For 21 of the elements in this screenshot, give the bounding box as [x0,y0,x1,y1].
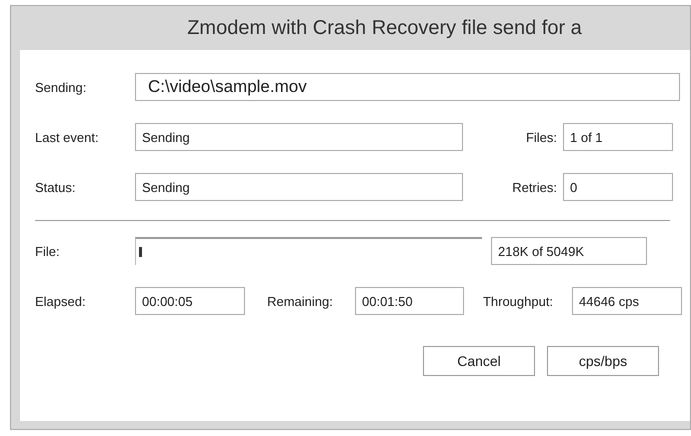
remaining-field: 00:01:50 [355,287,464,315]
throughput-field: 44646 cps [572,287,682,315]
field-label: Elapsed: [34,294,87,308]
field-label: File: [34,244,61,258]
field-label: Files: [524,130,558,144]
field-label: Throughput: [482,294,554,308]
field-label: Sending: [34,80,88,94]
elapsed-field: 00:00:05 [135,287,245,315]
rate-toggle-button[interactable]: cps/bps [547,346,659,376]
window-title: Zmodem with Crash Recovery file send for a [187,16,582,40]
retries-field: 0 [563,173,673,201]
files-field: 1 of 1 [563,123,673,151]
field-label: Retries: [511,180,558,194]
cancel-button[interactable]: Cancel [423,346,535,376]
field-label: Last event: [34,130,100,144]
last-event-field: Sending [135,123,463,151]
status-field: Sending [135,173,463,201]
size-field: 218K of 5049K [491,237,647,265]
field-label: Remaining: [266,294,334,308]
field-label: Status: [34,180,76,194]
sending-field: C:\video\sample.mov [135,73,680,101]
